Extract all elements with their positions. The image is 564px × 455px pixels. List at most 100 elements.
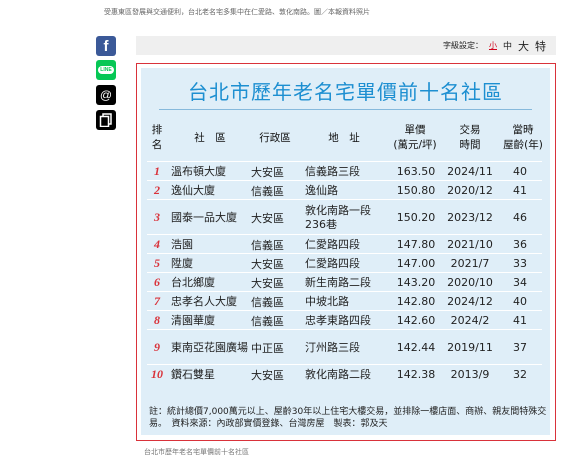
address-cell: 敦化南路二段 [305, 367, 371, 381]
age-cell: 36 [513, 238, 527, 251]
table-row: 1 溫布頓大廈 大安區 信義路三段 163.50 2024/11 40 [147, 162, 547, 181]
date-cell: 2024/11 [447, 165, 493, 178]
age-cell: 34 [513, 276, 527, 289]
date-cell: 2020/10 [447, 276, 493, 289]
district-cell: 信義區 [251, 238, 284, 252]
table-row: 6 台北鄉廈 大安區 新生南路二段 143.20 2020/10 34 [147, 273, 547, 292]
price-cell: 142.60 [396, 314, 436, 327]
header-rank-line1: 排 [151, 124, 163, 136]
header-age-line1: 當時 [512, 124, 534, 136]
line-icon: LINE [98, 66, 114, 74]
header-date-line1: 交易 [459, 124, 481, 136]
price-cell: 163.50 [396, 165, 436, 178]
age-cell: 46 [513, 211, 527, 224]
rank-cell: 4 [154, 237, 160, 251]
age-cell: 41 [513, 314, 527, 327]
header-address: 地 址 [303, 116, 385, 160]
header-district-text: 行政區 [259, 131, 291, 144]
photo-caption: 受惠東區發展與交通便利，台北老名宅多集中在仁愛路、敦化南路。圖／本報資料照片 [104, 8, 370, 16]
line-share-button[interactable]: LINE [96, 60, 116, 80]
rank-cell: 3 [154, 210, 160, 224]
community-cell: 溫布頓大廈 [171, 164, 226, 178]
community-cell: 國泰一品大廈 [171, 210, 237, 224]
age-cell: 40 [513, 165, 527, 178]
date-cell: 2024/12 [447, 295, 493, 308]
font-size-bar: 字級設定： 小 中 大 特 [136, 36, 556, 55]
address-cell: 汀州路三段 [305, 340, 360, 354]
district-cell: 大安區 [251, 211, 284, 225]
header-price-line2: (萬元/坪) [393, 139, 437, 151]
infographic-panel: 台北市歷年老名宅單價前十名社區 排 名 社 區 行政區 地 址 單價 (萬元/坪… [141, 68, 550, 435]
table-row: 5 陞廈 大安區 仁愛路四段 147.00 2021/7 33 [147, 254, 547, 273]
address-cell: 中坡北路 [305, 294, 349, 308]
rank-cell: 2 [154, 183, 160, 197]
price-cell: 150.20 [396, 211, 436, 224]
font-size-xlarge-button[interactable]: 特 [535, 38, 546, 54]
community-cell: 忠孝名人大廈 [171, 294, 237, 308]
date-cell: 2021/7 [450, 257, 490, 270]
header-community: 社 區 [171, 116, 249, 160]
address-cell: 仁愛路四段 [305, 256, 360, 270]
date-cell: 2020/12 [447, 184, 493, 197]
header-age: 當時 屋齡(年) [499, 116, 547, 160]
district-cell: 中正區 [251, 341, 284, 355]
community-cell: 浩園 [171, 237, 193, 251]
title-divider [159, 109, 532, 110]
community-cell: 陞廈 [171, 256, 193, 270]
age-cell: 40 [513, 295, 527, 308]
header-rank-line2: 名 [151, 139, 163, 151]
age-cell: 32 [513, 368, 527, 381]
price-cell: 147.00 [396, 257, 436, 270]
date-cell: 2021/10 [447, 238, 493, 251]
district-cell: 信義區 [251, 295, 284, 309]
date-cell: 2019/11 [447, 341, 493, 354]
address-cell: 信義路三段 [305, 164, 360, 178]
copy-link-icon [99, 113, 112, 127]
price-cell: 142.80 [396, 295, 436, 308]
infographic-note: 註：統計總價7,000萬元以上、屋齡30年以上住宅大樓交易，並排除一樓店面、商辦… [149, 407, 547, 429]
header-date: 交易 時間 [443, 116, 497, 160]
community-cell: 東南亞花園廣場 [171, 340, 248, 354]
threads-share-button[interactable]: @ [96, 85, 116, 105]
header-price: 單價 (萬元/坪) [387, 116, 443, 160]
header-district: 行政區 [249, 116, 301, 160]
table-row: 3 國泰一品大廈 大安區 敦化南路一段236巷 150.20 2023/12 46 [147, 200, 547, 235]
table-row: 7 忠孝名人大廈 信義區 中坡北路 142.80 2024/12 40 [147, 292, 547, 311]
district-cell: 大安區 [251, 276, 284, 290]
table-row: 8 清園華廈 信義區 忠孝東路四段 142.60 2024/2 41 [147, 311, 547, 330]
date-cell: 2023/12 [447, 211, 493, 224]
price-cell: 143.20 [396, 276, 436, 289]
header-age-line2: 屋齡(年) [503, 139, 543, 151]
rank-cell: 7 [154, 294, 160, 308]
rank-cell: 1 [154, 164, 160, 178]
address-cell: 敦化南路一段236巷 [305, 203, 371, 231]
facebook-share-button[interactable]: f [96, 36, 116, 56]
community-cell: 清園華廈 [171, 313, 215, 327]
table-row: 10 鑽石雙星 大安區 敦化南路二段 142.38 2013/9 32 [147, 365, 547, 384]
district-cell: 信義區 [251, 184, 284, 198]
date-cell: 2024/2 [450, 314, 490, 327]
font-size-medium-button[interactable]: 中 [503, 39, 512, 52]
age-cell: 33 [513, 257, 527, 270]
facebook-icon: f [103, 37, 109, 55]
district-cell: 大安區 [251, 165, 284, 179]
community-cell: 鑽石雙星 [171, 367, 215, 381]
article-figure: 台北市歷年老名宅單價前十名社區 排 名 社 區 行政區 地 址 單價 (萬元/坪… [136, 63, 556, 441]
age-cell: 37 [513, 341, 527, 354]
copy-link-button[interactable] [96, 110, 116, 130]
rank-cell: 9 [154, 340, 160, 354]
font-size-small-button[interactable]: 小 [489, 40, 497, 51]
header-rank: 排 名 [147, 116, 167, 160]
district-cell: 信義區 [251, 314, 284, 328]
header-price-line1: 單價 [404, 124, 426, 136]
community-cell: 逸仙大廈 [171, 183, 215, 197]
price-cell: 142.38 [396, 368, 436, 381]
font-size-large-button[interactable]: 大 [518, 38, 529, 54]
address-cell: 仁愛路四段 [305, 237, 360, 251]
header-date-line2: 時間 [459, 139, 481, 151]
community-cell: 台北鄉廈 [171, 275, 215, 289]
infographic-title: 台北市歷年老名宅單價前十名社區 [188, 80, 503, 104]
header-address-text: 地 址 [328, 131, 360, 144]
table-row: 4 浩園 信義區 仁愛路四段 147.80 2021/10 36 [147, 235, 547, 254]
address-cell: 忠孝東路四段 [305, 313, 371, 327]
